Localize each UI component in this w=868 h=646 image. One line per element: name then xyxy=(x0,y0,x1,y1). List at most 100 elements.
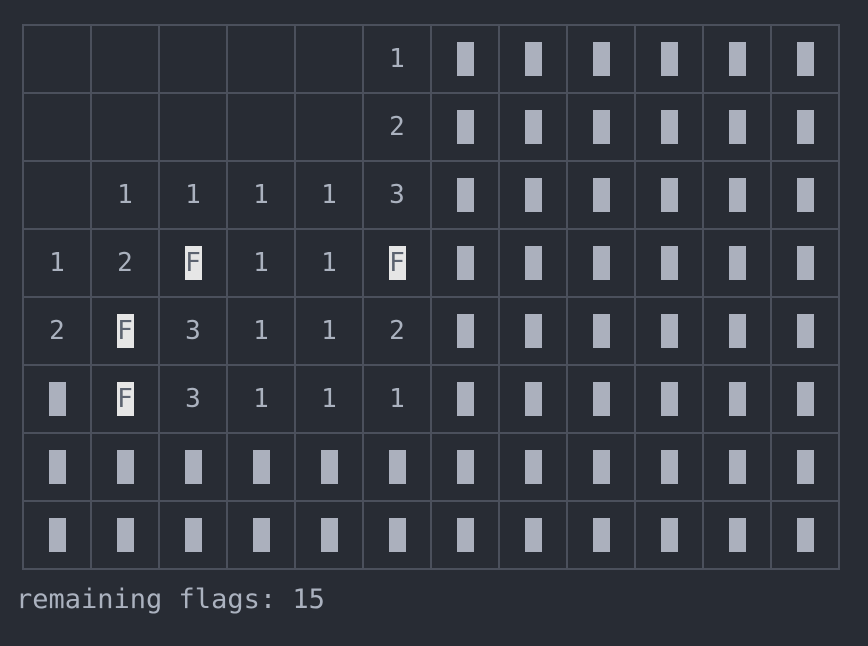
covered-cell[interactable] xyxy=(636,366,702,432)
covered-cell[interactable] xyxy=(160,434,226,500)
revealed-number-cell[interactable]: 2 xyxy=(24,298,90,364)
revealed-number-cell[interactable]: 2 xyxy=(364,298,430,364)
covered-cell[interactable] xyxy=(432,434,498,500)
revealed-number-cell[interactable]: 1 xyxy=(228,162,294,228)
covered-cell[interactable] xyxy=(364,502,430,568)
covered-cell[interactable] xyxy=(636,94,702,160)
revealed-number-cell[interactable]: 1 xyxy=(364,366,430,432)
covered-cell[interactable] xyxy=(772,230,838,296)
revealed-number-cell[interactable]: 1 xyxy=(24,230,90,296)
covered-cell[interactable] xyxy=(432,26,498,92)
revealed-number-cell[interactable]: 3 xyxy=(160,366,226,432)
covered-cell[interactable] xyxy=(500,366,566,432)
covered-cell[interactable] xyxy=(704,366,770,432)
covered-cell-block-icon xyxy=(456,110,474,144)
covered-cell[interactable] xyxy=(364,434,430,500)
covered-cell[interactable] xyxy=(500,434,566,500)
covered-cell[interactable] xyxy=(636,434,702,500)
covered-cell[interactable] xyxy=(24,434,90,500)
covered-cell[interactable] xyxy=(568,94,634,160)
covered-cell[interactable] xyxy=(772,94,838,160)
covered-cell[interactable] xyxy=(228,502,294,568)
flagged-cell[interactable]: F xyxy=(92,298,158,364)
covered-cell[interactable] xyxy=(568,230,634,296)
revealed-empty-cell[interactable] xyxy=(24,26,90,92)
covered-cell[interactable] xyxy=(636,162,702,228)
covered-cell[interactable] xyxy=(704,162,770,228)
covered-cell[interactable] xyxy=(296,434,362,500)
covered-cell[interactable] xyxy=(704,298,770,364)
covered-cell[interactable] xyxy=(772,298,838,364)
covered-cell[interactable] xyxy=(500,298,566,364)
revealed-number-cell[interactable]: 1 xyxy=(364,26,430,92)
covered-cell[interactable] xyxy=(432,502,498,568)
revealed-empty-cell[interactable] xyxy=(160,26,226,92)
covered-cell[interactable] xyxy=(704,230,770,296)
revealed-number-cell[interactable]: 1 xyxy=(92,162,158,228)
covered-cell[interactable] xyxy=(568,162,634,228)
revealed-number-cell[interactable]: 1 xyxy=(296,162,362,228)
revealed-empty-cell[interactable] xyxy=(228,94,294,160)
covered-cell[interactable] xyxy=(568,298,634,364)
covered-cell[interactable] xyxy=(500,26,566,92)
revealed-number-cell[interactable]: 1 xyxy=(228,366,294,432)
covered-cell[interactable] xyxy=(432,298,498,364)
revealed-number-cell[interactable]: 1 xyxy=(228,230,294,296)
covered-cell[interactable] xyxy=(24,502,90,568)
covered-cell[interactable] xyxy=(24,366,90,432)
revealed-empty-cell[interactable] xyxy=(228,26,294,92)
covered-cell[interactable] xyxy=(500,230,566,296)
flagged-cell[interactable]: F xyxy=(364,230,430,296)
covered-cell[interactable] xyxy=(636,26,702,92)
revealed-number-cell[interactable]: 1 xyxy=(296,366,362,432)
covered-cell[interactable] xyxy=(568,366,634,432)
covered-cell[interactable] xyxy=(568,26,634,92)
revealed-number-cell[interactable]: 1 xyxy=(160,162,226,228)
covered-cell[interactable] xyxy=(772,26,838,92)
covered-cell[interactable] xyxy=(772,502,838,568)
covered-cell[interactable] xyxy=(772,366,838,432)
covered-cell[interactable] xyxy=(296,502,362,568)
revealed-empty-cell[interactable] xyxy=(92,26,158,92)
revealed-number-cell[interactable]: 1 xyxy=(296,298,362,364)
covered-cell[interactable] xyxy=(92,502,158,568)
covered-cell[interactable] xyxy=(704,26,770,92)
revealed-number-cell[interactable]: 2 xyxy=(364,94,430,160)
revealed-empty-cell[interactable] xyxy=(24,162,90,228)
covered-cell[interactable] xyxy=(160,502,226,568)
revealed-number-cell[interactable]: 3 xyxy=(160,298,226,364)
covered-cell[interactable] xyxy=(500,502,566,568)
revealed-number-cell[interactable]: 2 xyxy=(92,230,158,296)
covered-cell[interactable] xyxy=(704,434,770,500)
covered-cell[interactable] xyxy=(568,434,634,500)
revealed-empty-cell[interactable] xyxy=(160,94,226,160)
revealed-empty-cell[interactable] xyxy=(24,94,90,160)
covered-cell[interactable] xyxy=(432,94,498,160)
revealed-empty-cell[interactable] xyxy=(92,94,158,160)
covered-cell[interactable] xyxy=(636,502,702,568)
covered-cell[interactable] xyxy=(636,298,702,364)
flagged-cell[interactable]: F xyxy=(160,230,226,296)
covered-cell[interactable] xyxy=(568,502,634,568)
covered-cell[interactable] xyxy=(704,94,770,160)
revealed-number-cell[interactable]: 3 xyxy=(364,162,430,228)
covered-cell-block-icon xyxy=(592,450,610,484)
revealed-number-cell[interactable]: 1 xyxy=(228,298,294,364)
covered-cell[interactable] xyxy=(432,230,498,296)
covered-cell[interactable] xyxy=(432,366,498,432)
revealed-empty-cell[interactable] xyxy=(296,26,362,92)
covered-cell[interactable] xyxy=(636,230,702,296)
covered-cell[interactable] xyxy=(92,434,158,500)
covered-cell[interactable] xyxy=(432,162,498,228)
revealed-empty-cell[interactable] xyxy=(296,94,362,160)
flagged-cell[interactable]: F xyxy=(92,366,158,432)
covered-cell-block-icon xyxy=(524,382,542,416)
covered-cell[interactable] xyxy=(704,502,770,568)
revealed-number-cell[interactable]: 1 xyxy=(296,230,362,296)
covered-cell[interactable] xyxy=(228,434,294,500)
covered-cell[interactable] xyxy=(772,162,838,228)
covered-cell[interactable] xyxy=(772,434,838,500)
covered-cell[interactable] xyxy=(500,162,566,228)
covered-cell[interactable] xyxy=(500,94,566,160)
covered-cell-block-icon xyxy=(796,110,814,144)
